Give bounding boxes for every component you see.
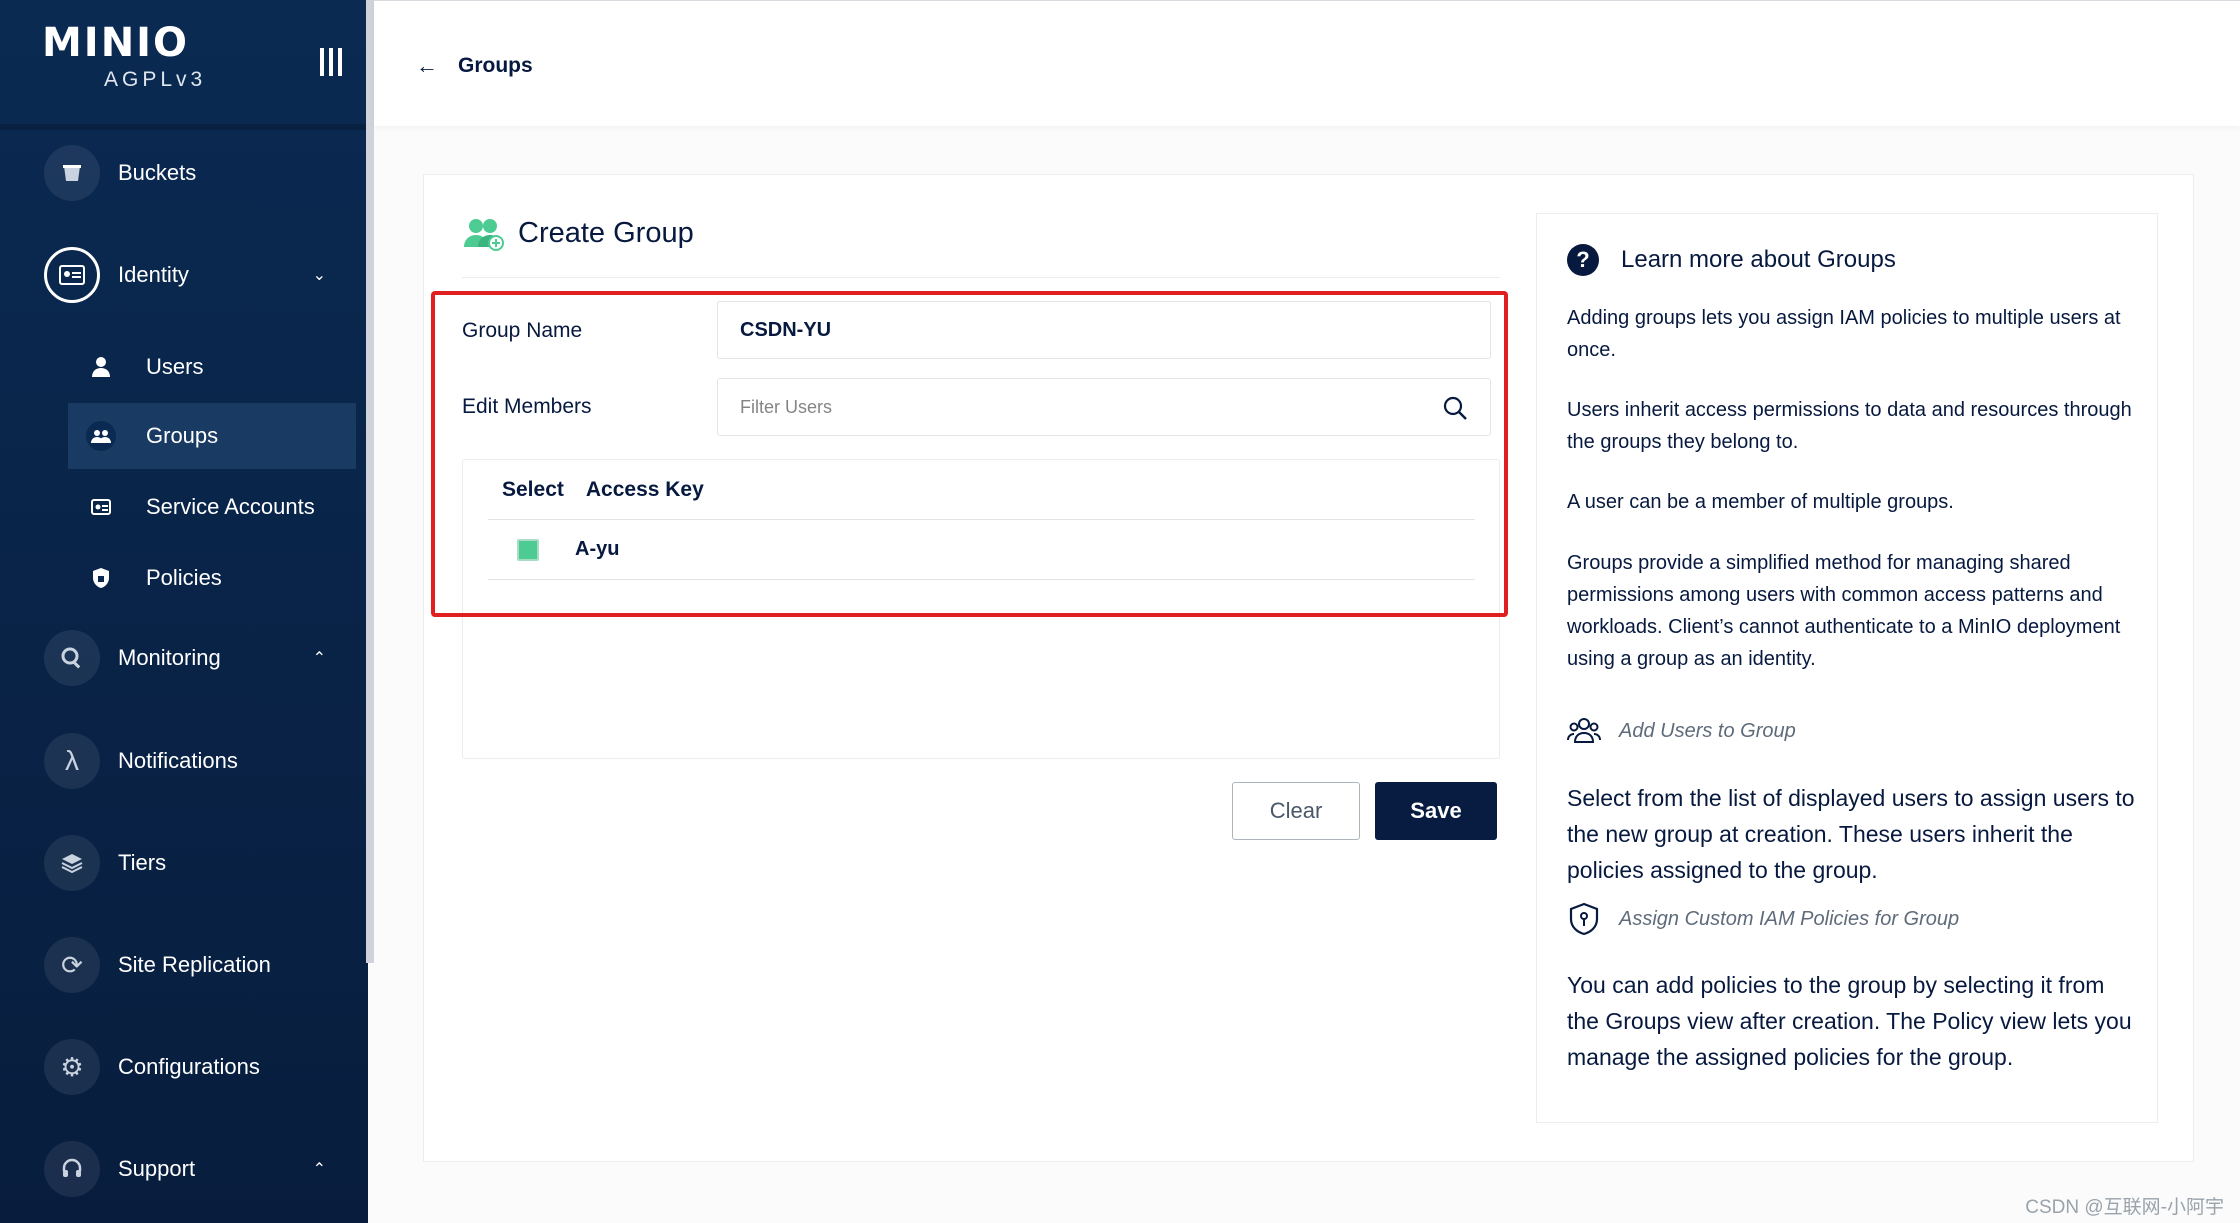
clear-button[interactable]: Clear — [1232, 782, 1360, 840]
sidebar-item-site-replication[interactable]: ⟳ Site Replication — [44, 935, 344, 995]
sidebar-item-service-accounts[interactable]: Service Accounts — [68, 474, 356, 540]
sidebar-item-tiers[interactable]: Tiers — [44, 833, 344, 893]
shield-icon — [1569, 902, 1599, 936]
sidebar-item-support[interactable]: Support ⌃ — [44, 1139, 344, 1199]
sidebar-item-label: Notifications — [118, 748, 238, 773]
users-group-icon — [1567, 718, 1601, 743]
form-title: Create Group — [462, 215, 694, 251]
search-icon[interactable] — [1442, 395, 1468, 421]
sync-icon: ⟳ — [44, 937, 100, 993]
user-icon — [86, 352, 116, 382]
id-card-icon — [44, 247, 100, 303]
back-label: Groups — [458, 54, 533, 77]
sidebar-item-label: Users — [146, 354, 204, 379]
sidebar: MINIO AGPLv3 Buckets Identity ⌄ Users Gr… — [0, 0, 368, 1223]
sidebar-item-notifications[interactable]: λ Notifications — [44, 731, 344, 791]
question-icon: ? — [1567, 244, 1599, 276]
sidebar-scrollbar[interactable] — [366, 0, 374, 963]
create-group-panel: Create Group Group Name CSDN-YU Edit Mem… — [423, 174, 2194, 1162]
gear-icon: ⚙ — [44, 1039, 100, 1095]
license-label: AGPLv3 — [104, 68, 207, 91]
minio-logo: MINIO — [42, 20, 189, 66]
help-subheading-label: Add Users to Group — [1619, 719, 1796, 742]
help-heading: Learn more about Groups — [1621, 246, 1896, 273]
column-select: Select — [502, 477, 564, 501]
logo-divider — [0, 124, 366, 130]
help-paragraph: You can add policies to the group by sel… — [1567, 972, 2132, 1070]
sidebar-item-configurations[interactable]: ⚙ Configurations — [44, 1037, 344, 1097]
sidebar-item-label: Groups — [146, 423, 219, 448]
policy-shield-icon — [86, 563, 116, 593]
layers-icon — [44, 835, 100, 891]
members-table: Select Access Key A-yu — [462, 459, 1500, 759]
group-name-label: Group Name — [462, 319, 583, 342]
help-paragraph: A user can be a member of multiple group… — [1567, 491, 1954, 513]
sidebar-item-label: Policies — [146, 565, 222, 590]
top-bar: ← Groups — [374, 0, 2240, 126]
table-row[interactable]: A-yu — [488, 520, 1475, 580]
save-label: Save — [1410, 798, 1462, 823]
sidebar-item-policies[interactable]: Policies — [68, 545, 356, 611]
help-title: ? Learn more about Groups — [1567, 244, 1896, 276]
group-name-value: CSDN-YU — [740, 318, 832, 341]
help-paragraph: Users inherit access permissions to data… — [1567, 399, 2132, 453]
table-header: Select Access Key — [488, 460, 1475, 520]
group-name-input[interactable]: CSDN-YU — [717, 301, 1491, 359]
help-subheading: Assign Custom IAM Policies for Group — [1567, 902, 1959, 936]
sidebar-item-label: Site Replication — [118, 952, 271, 977]
service-account-icon — [86, 492, 116, 522]
lambda-icon: λ — [44, 733, 100, 789]
filter-users-input[interactable]: Filter Users — [717, 378, 1491, 436]
sidebar-item-label: Tiers — [118, 850, 167, 875]
clear-label: Clear — [1269, 798, 1323, 823]
sidebar-item-groups[interactable]: Groups — [68, 403, 356, 469]
sidebar-item-users[interactable]: Users — [68, 334, 356, 400]
sidebar-item-monitoring[interactable]: Monitoring ⌃ — [44, 628, 344, 688]
help-paragraph: Select from the list of displayed users … — [1567, 785, 2135, 883]
menu-toggle-icon[interactable] — [320, 48, 346, 76]
watermark: CSDN @互联网-小阿宇 — [2025, 1197, 2224, 1218]
chevron-down-icon: ⌄ — [312, 267, 326, 284]
column-access-key: Access Key — [585, 477, 704, 501]
group-icon — [86, 421, 116, 451]
sidebar-item-label: Support — [118, 1156, 196, 1181]
sidebar-item-label: Monitoring — [118, 645, 221, 670]
arrow-left-icon: ← — [416, 53, 438, 78]
bucket-icon — [44, 145, 100, 201]
logo-text: MINIO — [42, 20, 190, 66]
back-to-groups-link[interactable]: ← Groups — [416, 53, 533, 79]
filter-users-placeholder: Filter Users — [740, 396, 833, 417]
page-title: Create Group — [518, 216, 694, 249]
help-panel: ? Learn more about Groups Adding groups … — [1536, 213, 2158, 1123]
sidebar-item-label: Service Accounts — [146, 494, 315, 519]
headset-icon — [44, 1141, 100, 1197]
title-divider — [462, 277, 1500, 278]
save-button[interactable]: Save — [1375, 782, 1497, 840]
row-checkbox[interactable] — [517, 538, 539, 561]
chevron-up-icon: ⌃ — [312, 650, 326, 667]
help-subheading: Add Users to Group — [1567, 714, 1796, 748]
magnifier-chart-icon — [44, 630, 100, 686]
help-subheading-label: Assign Custom IAM Policies for Group — [1619, 907, 1960, 930]
chevron-up-icon: ⌃ — [312, 1161, 326, 1178]
access-key-cell: A-yu — [575, 538, 620, 560]
sidebar-item-identity[interactable]: Identity ⌄ — [44, 245, 344, 305]
help-paragraph: Groups provide a simplified method for m… — [1567, 552, 2121, 670]
create-group-icon — [464, 219, 504, 251]
sidebar-item-label: Configurations — [118, 1054, 260, 1079]
edit-members-label: Edit Members — [462, 395, 592, 418]
sidebar-item-buckets[interactable]: Buckets — [44, 143, 344, 203]
sidebar-item-label: Buckets — [118, 160, 197, 185]
help-paragraph: Adding groups lets you assign IAM polici… — [1567, 307, 2121, 361]
sidebar-item-label: Identity — [118, 262, 189, 287]
